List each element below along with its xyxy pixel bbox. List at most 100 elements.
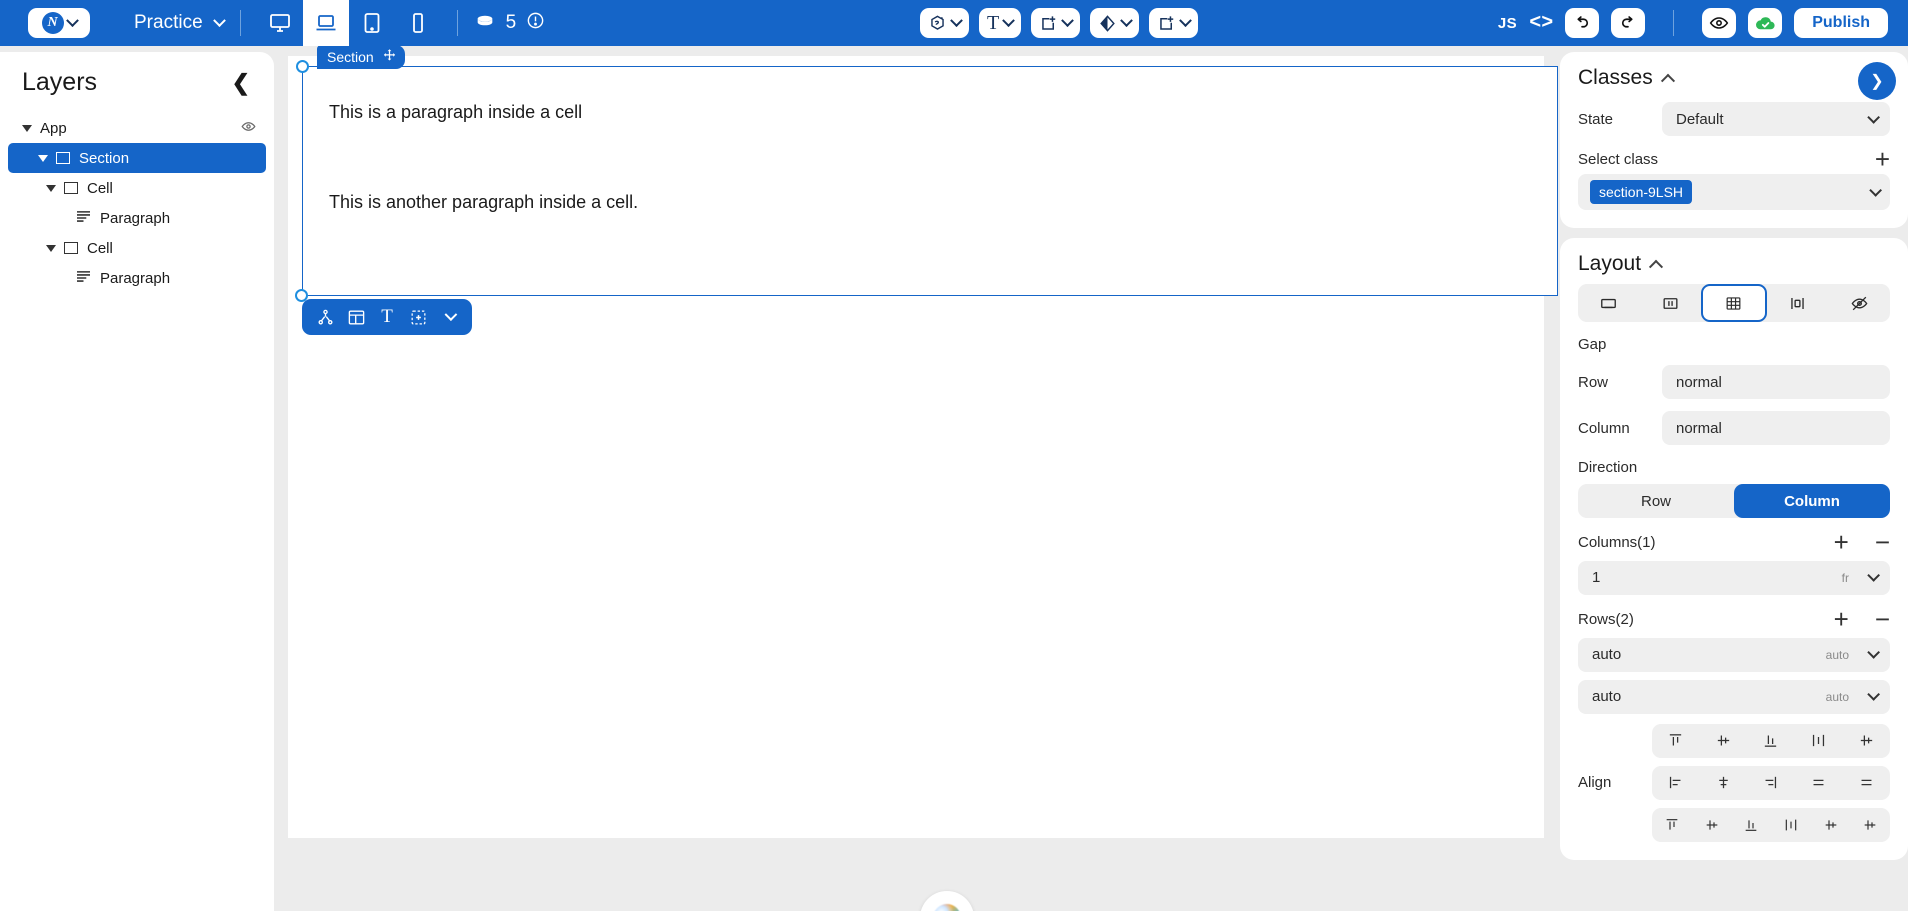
device-mobile-button[interactable] — [395, 0, 441, 46]
canvas-paragraph-1[interactable]: This is a paragraph inside a cell — [329, 102, 582, 123]
canvas-page[interactable]: Section This is a paragraph inside a cel… — [288, 46, 1558, 838]
align-label: Align — [1578, 774, 1612, 792]
display-none-icon[interactable] — [1828, 284, 1890, 322]
display-block-icon[interactable] — [1578, 284, 1640, 322]
style-button[interactable] — [1090, 8, 1140, 38]
text-button[interactable]: T — [979, 8, 1022, 38]
align-center-icon[interactable] — [1692, 817, 1732, 833]
row-track-value: auto — [1592, 646, 1622, 664]
state-select[interactable]: Default — [1662, 102, 1890, 136]
class-chip[interactable]: section-9LSH — [1590, 180, 1693, 205]
caret-up-icon[interactable] — [1660, 73, 1675, 88]
gap-column-input[interactable]: normal — [1662, 411, 1890, 446]
box-icon — [64, 182, 78, 194]
columns-header: Columns(1) + − — [1578, 529, 1890, 555]
chevron-down-icon — [65, 13, 79, 27]
info-circle-icon[interactable] — [526, 11, 545, 35]
rows-remove-button[interactable]: − — [1875, 606, 1890, 632]
align-center-icon[interactable] — [1700, 732, 1748, 749]
add-element-button[interactable] — [1031, 8, 1081, 38]
layer-item-paragraph-2[interactable]: Paragraph — [0, 263, 274, 293]
assets-button[interactable] — [920, 8, 969, 38]
app-logo-button[interactable]: N — [28, 8, 90, 38]
canvas-cell-1[interactable]: This is a paragraph inside a cell — [329, 102, 582, 123]
row-track-1[interactable]: auto auto — [1578, 637, 1890, 672]
spacing-box-icon[interactable] — [405, 304, 431, 330]
publish-button[interactable]: Publish — [1794, 8, 1888, 38]
chevron-down-icon — [1120, 13, 1134, 27]
align-stretch-icon[interactable] — [1795, 732, 1843, 749]
gap-row-value: normal — [1676, 373, 1722, 391]
align-mid-icon[interactable] — [1700, 774, 1748, 791]
align-between-icon[interactable] — [1850, 817, 1890, 833]
display-flex-icon[interactable] — [1640, 284, 1702, 322]
project-name-dropdown[interactable]: Practice — [134, 12, 226, 34]
chevron-down-icon — [1061, 13, 1075, 27]
align-equal-icon[interactable] — [1795, 774, 1843, 791]
align-around-icon[interactable] — [1811, 817, 1851, 833]
tree-structure-icon[interactable] — [312, 304, 338, 330]
code-brackets-icon[interactable]: <> — [1529, 12, 1553, 35]
chevron-down-icon[interactable] — [436, 304, 462, 330]
display-inline-icon[interactable] — [1767, 284, 1829, 322]
undo-button[interactable] — [1565, 8, 1600, 38]
layer-item-cell-1[interactable]: Cell — [0, 173, 274, 203]
ai-assistant-button[interactable] — [920, 891, 974, 911]
layout-title: Layout — [1578, 252, 1642, 276]
columns-remove-button[interactable]: − — [1875, 529, 1890, 555]
device-laptop-button[interactable] — [302, 0, 349, 46]
align-equal2-icon[interactable] — [1842, 774, 1890, 791]
caret-down-icon[interactable] — [38, 154, 48, 162]
columns-add-button[interactable]: + — [1834, 529, 1849, 555]
align-stretch-icon[interactable] — [1771, 817, 1811, 833]
chevron-left-icon[interactable]: ❮ — [232, 71, 250, 94]
layout-columns-icon[interactable] — [343, 304, 369, 330]
caret-down-icon[interactable] — [46, 244, 56, 252]
device-tablet-button[interactable] — [349, 0, 395, 46]
chevron-down-icon — [1867, 688, 1880, 702]
add-component-button[interactable] — [1149, 8, 1199, 38]
layer-item-section[interactable]: Section — [8, 143, 266, 173]
js-button[interactable]: JS — [1498, 15, 1517, 32]
align-baseline-icon[interactable] — [1842, 732, 1890, 749]
canvas-section[interactable]: Section This is a paragraph inside a cel… — [296, 46, 1558, 296]
storage-indicator[interactable]: 5 — [474, 10, 546, 37]
section-resize-handle-tl[interactable] — [296, 60, 309, 73]
align-left-icon[interactable] — [1652, 774, 1700, 791]
layer-item-cell-2[interactable]: Cell — [0, 233, 274, 263]
display-grid-icon[interactable] — [1701, 284, 1767, 323]
column-track-1[interactable]: 1 fr — [1578, 560, 1890, 595]
align-end-icon[interactable] — [1731, 817, 1771, 833]
row-track-2[interactable]: auto auto — [1578, 679, 1890, 714]
section-badge-label: Section — [327, 49, 374, 65]
layer-item-app[interactable]: App — [0, 113, 274, 143]
eye-icon[interactable] — [241, 119, 256, 138]
device-desktop-button[interactable] — [257, 0, 303, 46]
panel-expand-button[interactable]: ❯ — [1858, 62, 1896, 100]
layer-item-paragraph-1[interactable]: Paragraph — [0, 203, 274, 233]
redo-button[interactable] — [1611, 8, 1646, 38]
gap-row-row: Row normal — [1578, 365, 1890, 400]
add-class-button[interactable]: + — [1875, 146, 1890, 172]
align-start-icon[interactable] — [1652, 817, 1692, 833]
text-T-icon[interactable]: T — [374, 304, 400, 330]
align-end-icon[interactable] — [1747, 732, 1795, 749]
align-start-icon[interactable] — [1652, 732, 1700, 749]
classes-header: Classes — [1578, 66, 1890, 90]
class-select[interactable]: section-9LSH — [1578, 174, 1890, 211]
rows-add-button[interactable]: + — [1834, 606, 1849, 632]
caret-down-icon[interactable] — [22, 124, 32, 132]
caret-up-icon[interactable] — [1648, 259, 1664, 275]
align-block: Align — [1578, 723, 1890, 842]
direction-row-option[interactable]: Row — [1578, 484, 1734, 518]
canvas-cell-2[interactable]: This is another paragraph inside a cell. — [329, 192, 638, 213]
move-arrows-icon[interactable] — [382, 48, 397, 66]
cloud-save-button[interactable] — [1748, 8, 1783, 38]
preview-button[interactable] — [1702, 8, 1737, 38]
canvas-paragraph-2[interactable]: This is another paragraph inside a cell. — [329, 192, 638, 213]
align-right-icon[interactable] — [1747, 774, 1795, 791]
direction-column-option[interactable]: Column — [1734, 484, 1890, 519]
gap-row-input[interactable]: normal — [1662, 365, 1890, 400]
caret-down-icon[interactable] — [46, 184, 56, 192]
section-badge[interactable]: Section — [317, 46, 405, 69]
